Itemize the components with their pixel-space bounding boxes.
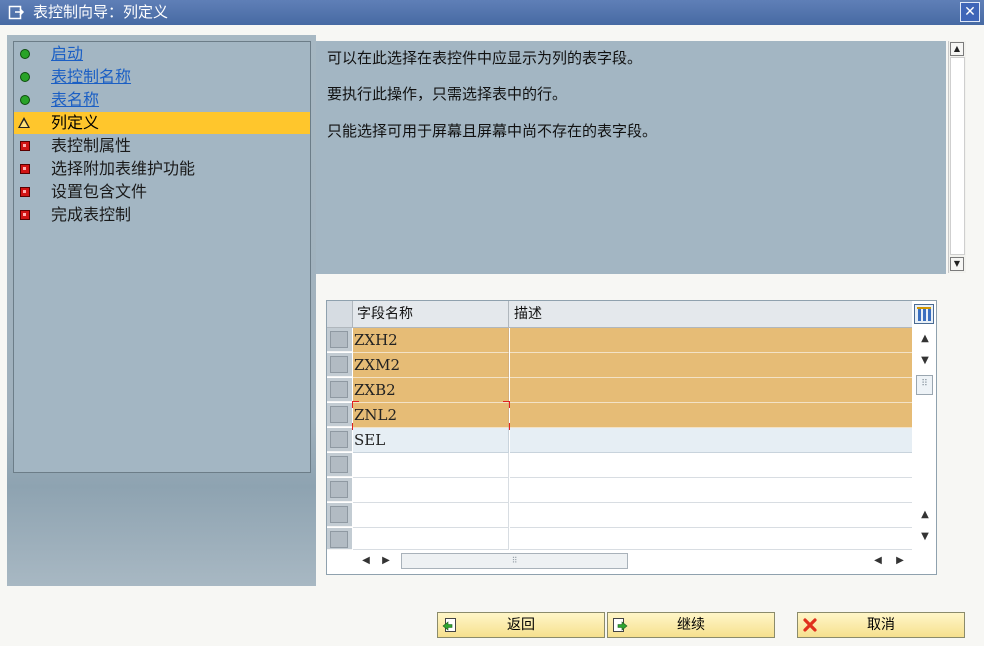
status-red-icon [20,164,30,174]
step-label: 表控制属性 [51,136,132,155]
info-scrollbar[interactable]: ▲ ▼ [948,41,966,273]
row-selector[interactable] [327,503,352,527]
scroll-up-icon[interactable]: ▲ [950,42,964,56]
description-cell [510,353,912,378]
row-selector[interactable] [327,353,352,377]
table-row[interactable]: SEL [327,428,912,453]
cancel-button-label: 取消 [867,617,895,633]
row-selector[interactable] [327,453,352,477]
table-row[interactable]: ZNL2 [327,401,912,430]
description-cell [510,503,912,528]
field-name-cell: SEL [353,428,509,453]
wizard-steps-panel: 启动 表控制名称 表名称 列定义 表控制属性 选择附加表维护功能 设置包含文件 … [13,41,311,473]
info-text: 只能选择可用于屏幕且屏幕中尚不存在的表字段。 [327,122,658,140]
table-row[interactable] [327,503,912,528]
row-selector[interactable] [327,403,352,427]
step-complete: 完成表控制 [14,204,310,226]
field-table: 字段名称 描述 ZXH2 ZXM2 ZXB2 ZNL2 SEL ▲ ▼ ⠿ ▲ … [326,300,937,575]
step-include-files: 设置包含文件 [14,181,310,203]
field-name-cell [353,503,509,528]
page-up-icon[interactable]: ▲ [918,508,932,522]
field-name-cell [353,453,509,478]
table-row[interactable]: ZXH2 [327,328,912,353]
select-all-cell[interactable] [327,301,353,327]
description-cell [510,403,912,428]
status-red-icon [20,141,30,151]
back-button[interactable]: 返回 [437,612,605,638]
scroll-right-icon[interactable]: ▶ [893,553,907,569]
row-selector[interactable] [327,378,352,402]
table-row[interactable] [327,528,912,550]
scroll-thumb[interactable]: ⠿ [401,553,628,569]
status-red-icon [20,187,30,197]
window-icon [8,5,25,20]
step-start[interactable]: 启动 [14,43,310,65]
status-red-icon [20,210,30,220]
scroll-right-icon[interactable]: ▶ [379,553,393,569]
table-settings-icon[interactable] [914,304,934,324]
scroll-thumb[interactable] [950,57,965,255]
scroll-left-icon[interactable]: ◀ [359,553,373,569]
table-row[interactable]: ZXM2 [327,353,912,378]
step-column-definition[interactable]: 列定义 [14,112,310,134]
table-row[interactable]: ZXB2 [327,378,912,403]
page-down-icon[interactable]: ▼ [918,354,932,368]
table-row[interactable] [327,478,912,503]
back-button-label: 返回 [507,617,535,633]
step-label: 完成表控制 [51,205,132,224]
step-maintenance-functions: 选择附加表维护功能 [14,158,310,180]
scroll-down-icon[interactable]: ▼ [950,257,964,271]
step-table-name[interactable]: 表名称 [14,89,310,111]
description-cell [510,428,912,453]
status-green-icon [20,95,30,105]
table-horizontal-scrollbar[interactable]: ◀ ▶ ⠿ ◀ ▶ [353,551,913,571]
field-name-cell [353,528,509,550]
scroll-up-icon[interactable]: ▲ [918,332,932,346]
description-cell [510,478,912,503]
description-cell [510,328,912,353]
row-selector[interactable] [327,328,352,352]
scroll-left-icon[interactable]: ◀ [871,553,885,569]
column-header-description[interactable]: 描述 [510,301,912,327]
row-selector[interactable] [327,528,352,550]
close-button[interactable]: ✕ [960,2,980,22]
window-title: 表控制向导：列定义 [33,3,169,21]
field-name-cell: ZXM2 [353,353,509,378]
table-vertical-scrollbar[interactable]: ▲ ▼ ⠿ ▲ ▼ [914,328,936,548]
continue-button-label: 继续 [677,617,705,633]
info-text: 要执行此操作，只需选择表中的行。 [327,85,568,103]
step-label: 列定义 [51,113,100,132]
cancel-button[interactable]: 取消 [797,612,965,638]
step-label: 设置包含文件 [51,182,148,201]
description-cell [510,453,912,478]
step-label[interactable]: 表名称 [51,90,99,110]
column-header-field-name[interactable]: 字段名称 [353,301,509,327]
field-name-cell: ZXH2 [353,328,509,353]
step-label[interactable]: 表控制名称 [51,67,131,87]
info-text: 可以在此选择在表控件中应显示为列的表字段。 [327,49,643,67]
step-label[interactable]: 启动 [51,44,83,64]
step-table-control-attributes: 表控制属性 [14,135,310,157]
row-selector[interactable] [327,428,352,452]
field-name-cell [353,478,509,503]
status-warning-icon [18,117,30,128]
title-bar: 表控制向导：列定义 ✕ [0,0,984,25]
step-table-control-name[interactable]: 表控制名称 [14,66,310,88]
scroll-thumb[interactable]: ⠿ [916,375,933,395]
status-green-icon [20,49,30,59]
close-icon: ✕ [964,4,976,20]
field-name-cell: ZXB2 [353,378,509,403]
info-panel [316,41,946,274]
table-row[interactable] [327,453,912,478]
description-cell [510,378,912,403]
field-name-cell[interactable]: ZNL2 [353,403,509,428]
description-cell [510,528,912,550]
table-header: 字段名称 描述 [327,301,912,328]
status-green-icon [20,72,30,82]
scroll-down-icon[interactable]: ▼ [918,530,932,544]
continue-button[interactable]: 继续 [607,612,775,638]
row-selector[interactable] [327,478,352,502]
step-label: 选择附加表维护功能 [51,159,196,178]
